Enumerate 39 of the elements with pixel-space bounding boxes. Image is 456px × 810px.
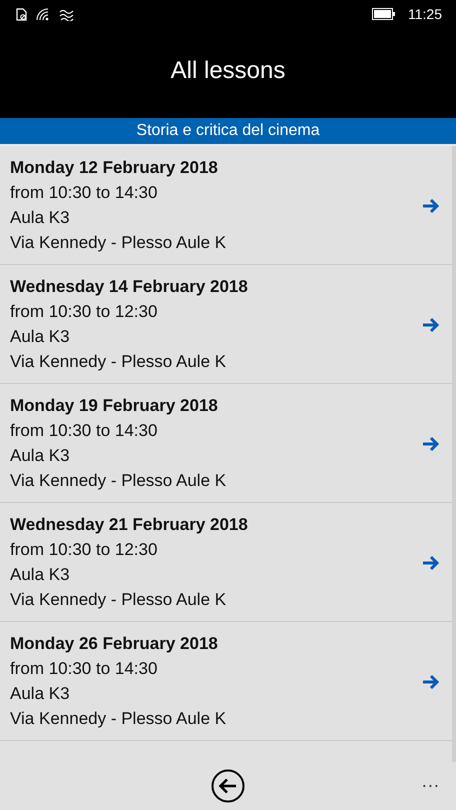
lesson-place: Via Kennedy - Plesso Aule K <box>10 470 228 492</box>
course-title: Storia e critica del cinema <box>136 122 320 140</box>
lesson-time: from 10:30 to 12:30 <box>10 539 158 561</box>
lesson-date: Wednesday 21 February 2018 <box>10 514 249 536</box>
lesson-time: from 10:30 to 14:30 <box>10 182 158 204</box>
wifi-icon <box>59 8 75 20</box>
arrow-right-icon <box>422 674 440 690</box>
lesson-item[interactable]: Monday 26 February 2018 from 10:30 to 14:30 Aula K3 Via Kennedy - Plesso Aule K <box>0 622 452 741</box>
clock-time: 11:25 <box>408 6 442 22</box>
lesson-time: from 10:30 to 14:30 <box>10 658 158 680</box>
arrow-right-icon <box>422 436 440 452</box>
lesson-room: Aula K3 <box>10 683 71 705</box>
lesson-room: Aula K3 <box>10 207 71 229</box>
page-title: All lessons <box>170 57 286 86</box>
battery-icon <box>372 8 396 20</box>
lesson-item[interactable]: Wednesday 21 February 2018 from 10:30 to 12:30 Aula K3 Via Kennedy - Plesso Aule K <box>0 503 452 622</box>
lesson-room: Aula K3 <box>10 445 71 467</box>
lesson-item[interactable]: Monday 19 February 2018 from 10:30 to 14:30 Aula K3 Via Kennedy - Plesso Aule K <box>0 384 452 503</box>
lesson-time: from 10:30 to 14:30 <box>10 420 158 442</box>
sim-icon <box>16 8 27 20</box>
lesson-room: Aula K3 <box>10 564 71 586</box>
arrow-right-icon <box>422 198 440 214</box>
signal-icon <box>35 7 51 21</box>
arrow-right-icon <box>422 317 440 333</box>
lesson-room: Aula K3 <box>10 326 71 348</box>
lesson-place: Via Kennedy - Plesso Aule K <box>10 589 228 611</box>
lesson-place: Via Kennedy - Plesso Aule K <box>10 708 228 730</box>
lesson-place: Via Kennedy - Plesso Aule K <box>10 351 228 373</box>
lesson-item[interactable]: Monday 12 February 2018 from 10:30 to 14:30 Aula K3 Via Kennedy - Plesso Aule K <box>0 146 452 265</box>
lesson-date: Monday 26 February 2018 <box>10 633 219 655</box>
more-button[interactable]: ... <box>422 772 440 791</box>
arrow-right-icon <box>422 555 440 571</box>
lesson-time: from 10:30 to 12:30 <box>10 301 158 323</box>
lesson-item[interactable]: Wednesday 14 February 2018 from 10:30 to 12:30 Aula K3 Via Kennedy - Plesso Aule K <box>0 265 452 384</box>
lesson-date: Monday 12 February 2018 <box>10 157 219 179</box>
back-button[interactable] <box>211 769 245 803</box>
lesson-date: Monday 19 February 2018 <box>10 395 219 417</box>
lesson-place: Via Kennedy - Plesso Aule K <box>10 232 228 254</box>
lesson-date: Wednesday 14 February 2018 <box>10 276 249 298</box>
